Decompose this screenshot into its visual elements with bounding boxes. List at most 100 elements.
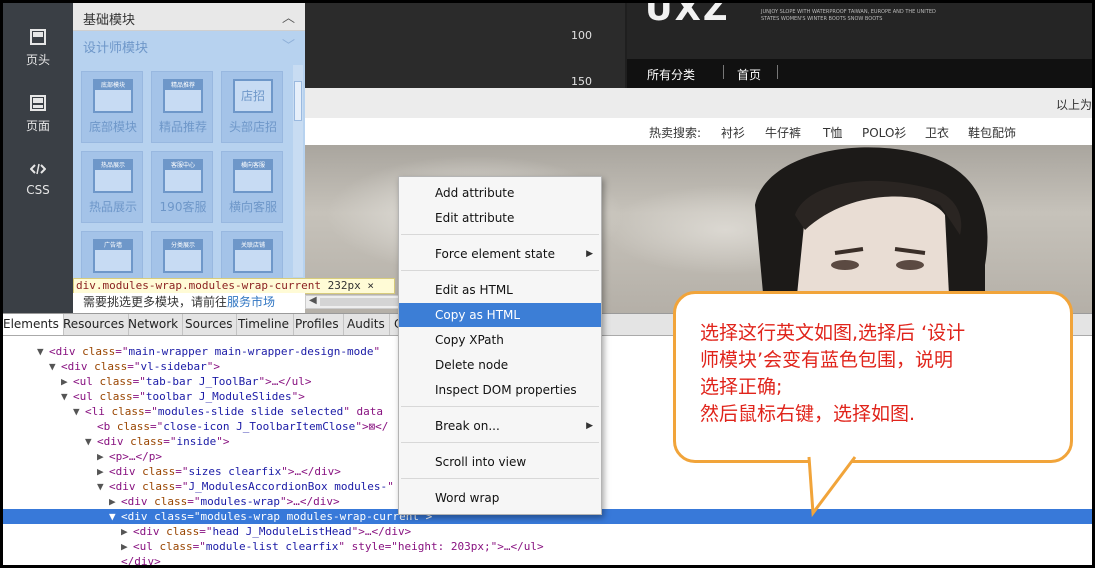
tab-resources[interactable]: Resources xyxy=(59,314,130,335)
dom-attr-value: toolbar J_ModuleSlides xyxy=(145,390,292,403)
dom-attr-name: class xyxy=(94,360,128,373)
site-navbar: 所有分类 首页 xyxy=(627,59,1092,88)
hot-keyword[interactable]: 卫衣 xyxy=(925,124,949,141)
module-thumbnail: 底部模块 xyxy=(93,79,133,113)
dom-attr-value: main-wrapper main-wrapper-design-mode xyxy=(128,345,374,358)
panel-scrollbar[interactable] xyxy=(293,65,303,277)
expand-triangle-icon[interactable]: ▶ xyxy=(97,464,109,479)
dom-tail: > xyxy=(222,435,230,448)
collapse-triangle-icon[interactable]: ▼ xyxy=(37,344,49,359)
nav-home[interactable]: 首页 xyxy=(737,66,761,83)
dom-attr-name: class xyxy=(159,540,193,553)
collapse-triangle-icon[interactable]: ▼ xyxy=(49,359,61,374)
module-tile[interactable]: 店招 头部店招 xyxy=(221,71,283,143)
menu-item-scroll-into-view[interactable]: Scroll into view xyxy=(399,450,601,474)
module-name: 头部店招 xyxy=(228,120,277,134)
service-market-link[interactable]: 服务市场 xyxy=(227,295,275,309)
close-icon[interactable]: × xyxy=(367,279,374,292)
menu-item-break-on[interactable]: Break on... ▶ xyxy=(399,414,601,438)
scrollbar-thumb[interactable] xyxy=(320,298,400,306)
menu-item-delete-node[interactable]: Delete node xyxy=(399,353,601,377)
module-tile[interactable]: 客服中心 190客服 xyxy=(151,151,213,223)
expand-triangle-icon[interactable]: ▶ xyxy=(97,449,109,464)
dom-tag: div xyxy=(103,435,124,448)
expand-triangle-icon[interactable]: ▶ xyxy=(109,494,121,509)
collapse-triangle-icon[interactable]: ▼ xyxy=(61,389,73,404)
menu-item-add-attribute[interactable]: Add attribute xyxy=(399,181,601,205)
collapse-triangle-icon[interactable]: ▼ xyxy=(85,434,97,449)
nav-item-label: 页面 xyxy=(25,119,50,133)
module-tile[interactable]: 横向客服 横向客服 xyxy=(221,151,283,223)
menu-item-label: Scroll into view xyxy=(435,455,527,469)
site-preview-top: 100 150 UXZ JUNJOY SLOPE WITH WATERPROOF… xyxy=(305,3,1092,88)
tab-profiles[interactable]: Profiles xyxy=(291,314,344,335)
hot-keyword[interactable]: POLO衫 xyxy=(862,124,906,141)
hot-keyword[interactable]: T恤 xyxy=(823,124,842,141)
tab-sources[interactable]: Sources xyxy=(181,314,238,335)
designer-modules-header[interactable]: 设计师模块 ﹀ xyxy=(73,31,305,59)
expand-triangle-icon[interactable]: ▶ xyxy=(61,374,73,389)
designer-modules-title: 设计师模块 xyxy=(83,41,149,56)
dom-tail: > xyxy=(213,360,220,373)
menu-item-force-element-state[interactable]: Force element state ▶ xyxy=(399,242,601,266)
hot-keyword[interactable]: 衬衫 xyxy=(721,124,745,141)
expand-triangle-icon[interactable]: ▶ xyxy=(121,524,133,539)
menu-item-label: Edit attribute xyxy=(435,211,515,225)
menu-item-inspect-dom-properties[interactable]: Inspect DOM properties xyxy=(399,378,601,402)
collapse-triangle-icon[interactable]: ▼ xyxy=(97,479,109,494)
module-tile[interactable]: 底部模块 底部模块 xyxy=(81,71,143,143)
menu-item-label: Inspect DOM properties xyxy=(435,383,577,397)
page-horizontal-scrollbar[interactable]: ◀ xyxy=(305,295,401,309)
chevron-up-icon[interactable]: ︿ xyxy=(282,7,295,26)
dom-tag: div xyxy=(67,360,88,373)
nav-item-css[interactable]: CSS xyxy=(3,161,73,221)
scrollbar-thumb[interactable] xyxy=(294,81,302,121)
dom-attr-value: module-list clearfix xyxy=(205,540,339,553)
module-tile[interactable]: 分类展示 xyxy=(151,231,213,279)
ruler-mark: 150 xyxy=(571,75,592,88)
hero-model-image xyxy=(755,147,988,315)
tab-elements[interactable]: Elements xyxy=(3,314,64,335)
menu-item-word-wrap[interactable]: Word wrap xyxy=(399,486,601,510)
menu-separator xyxy=(401,270,599,271)
module-thumb-label: 广告墙 xyxy=(95,241,131,250)
module-tile[interactable]: 关联店铺 xyxy=(221,231,283,279)
module-tile[interactable]: 热品展示 热品展示 xyxy=(81,151,143,223)
menu-item-label: Copy XPath xyxy=(435,333,504,347)
menu-item-edit-as-html[interactable]: Edit as HTML xyxy=(399,278,601,302)
site-logo: UXZ xyxy=(645,3,730,29)
hot-keyword[interactable]: 牛仔裤 xyxy=(765,124,801,141)
nav-item-label: CSS xyxy=(26,183,50,197)
module-thumb-label: 精品推荐 xyxy=(165,81,201,90)
basic-modules-header[interactable]: 基础模块 ︿ xyxy=(73,3,305,31)
module-thumbnail: 分类展示 xyxy=(163,239,203,273)
nav-item-header[interactable]: 页头 xyxy=(3,29,73,89)
collapse-triangle-icon[interactable]: ▼ xyxy=(109,509,121,524)
menu-item-copy-as-html[interactable]: Copy as HTML xyxy=(399,303,601,327)
expand-triangle-icon[interactable]: ▶ xyxy=(121,539,133,554)
hot-keyword[interactable]: 鞋包配饰 xyxy=(968,124,1016,141)
dom-attr-name: class xyxy=(111,405,145,418)
dom-tail: > xyxy=(298,390,305,403)
chevron-down-icon[interactable]: ﹀ xyxy=(282,35,295,54)
dom-tag: ul xyxy=(79,375,93,388)
module-thumb-label: 底部模块 xyxy=(95,81,131,90)
dom-attr-name: class xyxy=(154,510,188,523)
module-tile[interactable]: 精品推荐 精品推荐 xyxy=(151,71,213,143)
nav-all-categories[interactable]: 所有分类 xyxy=(647,66,695,83)
menu-item-copy-xpath[interactable]: Copy XPath xyxy=(399,328,601,352)
tab-network[interactable]: Network xyxy=(124,314,184,335)
collapse-triangle-icon[interactable]: ▼ xyxy=(73,404,85,419)
context-menu: Add attribute Edit attribute Force element… xyxy=(398,176,602,515)
tab-audits[interactable]: Audits xyxy=(343,314,390,335)
scroll-left-icon[interactable]: ◀ xyxy=(309,295,317,306)
menu-item-edit-attribute[interactable]: Edit attribute xyxy=(399,206,601,230)
dom-attr-name: class xyxy=(142,480,176,493)
module-tile[interactable]: 广告墙 xyxy=(81,231,143,279)
dom-node[interactable]: ▶ <div class="head J_ModuleListHead">…</d… xyxy=(3,524,1092,539)
module-name: 横向客服 xyxy=(228,200,277,214)
dom-node[interactable]: ▶ <ul class="module-list clearfix" style=… xyxy=(3,539,1092,554)
tab-timeline[interactable]: Timeline xyxy=(234,314,295,335)
nav-item-page[interactable]: 页面 xyxy=(3,95,73,155)
dom-node[interactable]: </div> xyxy=(3,554,1092,565)
